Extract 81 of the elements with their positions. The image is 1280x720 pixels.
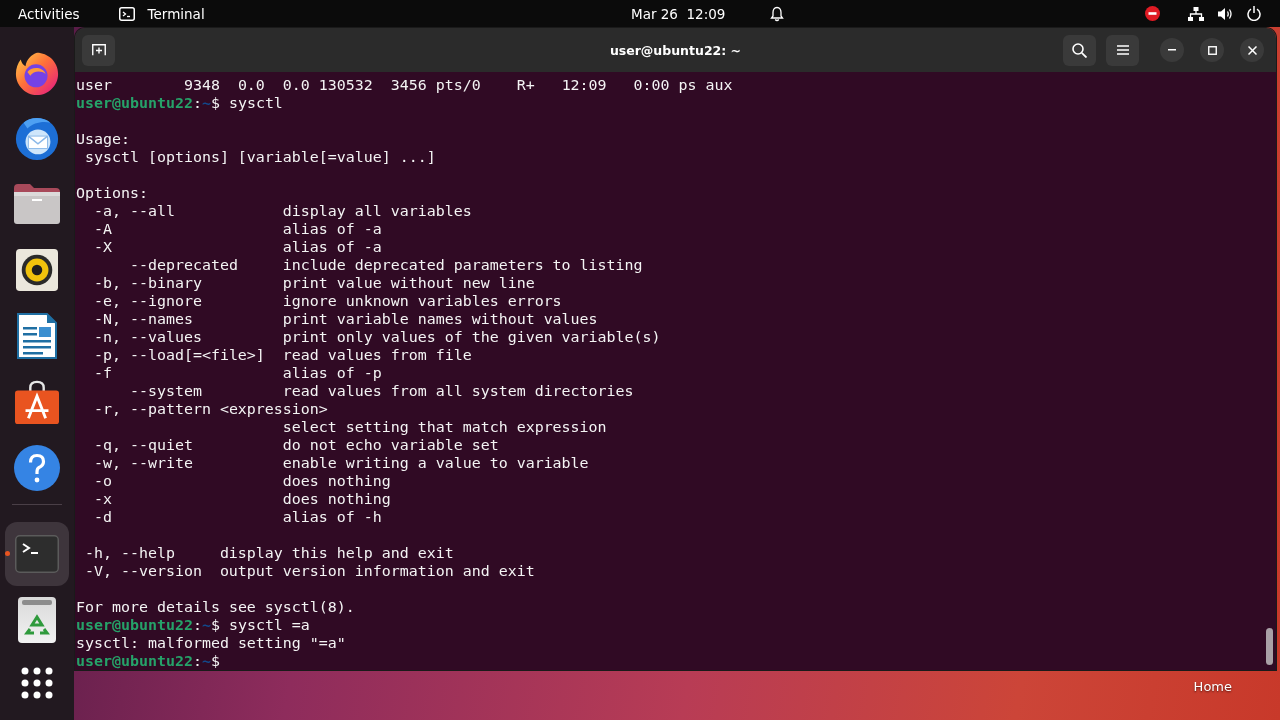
- close-icon: [1247, 45, 1257, 55]
- speaker-icon[interactable]: [16, 249, 58, 291]
- prompt-line: user@ubuntu22:~$ sysctl: [76, 94, 283, 112]
- new-tab-button[interactable]: [82, 34, 115, 66]
- menu-button[interactable]: [1106, 34, 1139, 66]
- activities-button[interactable]: Activities: [14, 4, 84, 23]
- option-label: --system: [129, 382, 202, 400]
- terminal-icon: [118, 6, 135, 21]
- folder-icon[interactable]: [14, 184, 60, 224]
- output-line: Options:: [76, 184, 148, 202]
- option-label: -d: [94, 508, 112, 526]
- option-description: does nothing: [282, 472, 391, 490]
- maximize-icon: [1207, 45, 1217, 55]
- new-tab-icon: [91, 44, 106, 56]
- option-label: -V, --version: [85, 562, 202, 580]
- option-description: display all variables: [282, 202, 472, 220]
- option-label: -r, --pattern <expression>: [94, 400, 328, 418]
- usage-line: sysctl [options] [variable[=value] ...]: [85, 148, 436, 166]
- trash-icon[interactable]: [18, 597, 56, 643]
- option-label: -x: [94, 490, 112, 508]
- app-menu-button[interactable]: Terminal: [114, 4, 209, 23]
- network-icon[interactable]: [1188, 6, 1204, 21]
- option-description: print only values of the given variable(s): [282, 328, 661, 346]
- power-icon[interactable]: [1247, 6, 1261, 21]
- app-grid-icon[interactable]: [21, 667, 53, 699]
- option-label: -a, --all: [94, 202, 175, 220]
- output-line: For more details see sysctl(8).: [76, 598, 355, 616]
- option-label: -b, --binary: [94, 274, 202, 292]
- option-label: -f: [94, 364, 112, 382]
- menu-icon: [1116, 45, 1129, 55]
- home-folder-label[interactable]: Home: [1193, 679, 1232, 694]
- option-description: read values from file: [282, 346, 472, 364]
- document-icon[interactable]: [17, 313, 57, 359]
- prompt-line: user@ubuntu22:~$: [76, 652, 220, 670]
- prompt-line: user@ubuntu22:~$ sysctl =a: [76, 616, 310, 634]
- option-label: -w, --write: [94, 454, 193, 472]
- volume-icon[interactable]: [1218, 6, 1233, 21]
- envelope-icon[interactable]: [14, 115, 60, 161]
- search-icon: [1072, 42, 1087, 58]
- option-description: alias of -a: [282, 238, 382, 256]
- search-button[interactable]: [1063, 34, 1096, 66]
- dock-item[interactable]: [5, 522, 69, 586]
- option-description: alias of -a: [282, 220, 382, 238]
- maximize-button[interactable]: [1200, 38, 1224, 62]
- option-description: does nothing: [282, 490, 391, 508]
- option-description: include deprecated parameters to listing: [282, 256, 643, 274]
- option-description: ignore unknown variables errors: [282, 292, 562, 310]
- bell-icon[interactable]: [770, 5, 785, 22]
- option-label: -e, --ignore: [94, 292, 202, 310]
- output-line: sysctl: malformed setting "=a": [76, 634, 346, 652]
- option-label: --deprecated: [129, 256, 238, 274]
- window-title: user@ubuntu22: ~: [609, 42, 742, 58]
- option-description: print value without new line: [282, 274, 535, 292]
- output-line: Usage:: [76, 130, 130, 148]
- option-label: -p, --load[=<file>]: [94, 346, 265, 364]
- option-description: enable writing a value to variable: [282, 454, 589, 472]
- close-button[interactable]: [1240, 38, 1264, 62]
- minimize-button[interactable]: [1160, 38, 1184, 62]
- option-description: output version information and exit: [219, 562, 535, 580]
- clock-button[interactable]: Mar 26 12:09: [627, 4, 730, 23]
- option-label: -o: [94, 472, 112, 490]
- option-label: -N, --names: [94, 310, 193, 328]
- option-label: -X: [94, 238, 112, 256]
- minimize-icon: [1168, 49, 1176, 51]
- no-entry-icon[interactable]: [1145, 6, 1160, 21]
- option-label: -h, --help: [85, 544, 175, 562]
- option-description: read values from all system directories: [282, 382, 634, 400]
- shopping-bag-icon[interactable]: [15, 380, 59, 424]
- scrollbar-thumb[interactable]: [1266, 628, 1273, 665]
- option-description: do not echo variable set: [282, 436, 499, 454]
- output-line: user 9348 0.0 0.0 130532 3456 pts/0 R+ 12:09 0:00 ps aux: [76, 76, 733, 94]
- option-description: display this help and exit: [219, 544, 454, 562]
- option-label: -n, --values: [94, 328, 202, 346]
- option-description: alias of -h: [282, 508, 382, 526]
- option-label: -q, --quiet: [94, 436, 193, 454]
- option-description: print variable names without values: [282, 310, 598, 328]
- option-label: -A: [94, 220, 112, 238]
- terminal-icon: [15, 535, 59, 573]
- help-icon[interactable]: [14, 445, 60, 491]
- option-description: select setting that match expression: [282, 418, 607, 436]
- option-description: alias of -p: [282, 364, 382, 382]
